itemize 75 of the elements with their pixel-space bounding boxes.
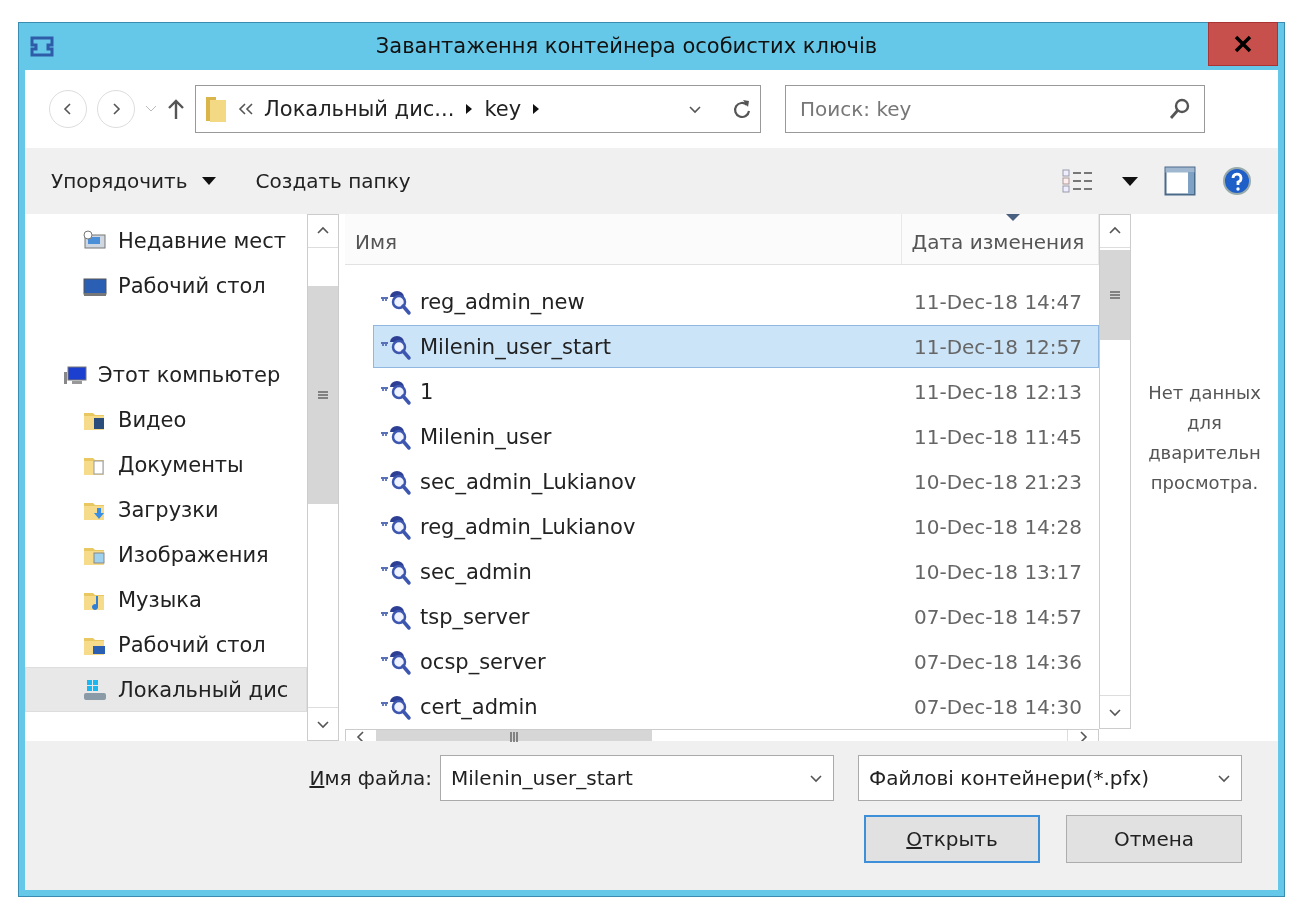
nav-item[interactable]: Локальный дис: [25, 667, 307, 712]
file-row[interactable]: reg_admin_Lukianov 10-Dec-18 14:28: [373, 505, 1099, 548]
file-name: sec_admin: [420, 559, 532, 584]
file-name: tsp_server: [420, 604, 530, 629]
file-date: 10-Dec-18 14:28: [914, 514, 1083, 539]
column-header[interactable]: Имя: [345, 214, 902, 264]
file-name-combo[interactable]: Milenin_user_start: [440, 755, 834, 801]
scrollbar[interactable]: [307, 214, 339, 741]
nav-item[interactable]: Рабочий стол: [25, 263, 307, 308]
file-name: Milenin_user: [420, 424, 552, 449]
nav-item[interactable]: Рабочий стол: [25, 622, 307, 667]
nav-item[interactable]: Видео: [25, 397, 307, 442]
nav-item[interactable]: Изображения: [25, 532, 307, 577]
file-row[interactable]: tsp_server 07-Dec-18 14:57: [373, 595, 1099, 638]
file-row[interactable]: Milenin_user_start 11-Dec-18 12:57: [373, 325, 1099, 368]
file-name: Milenin_user_start: [420, 334, 611, 359]
overflow-chevron-icon[interactable]: [238, 103, 254, 115]
refresh-icon[interactable]: [732, 98, 752, 120]
search-icon[interactable]: [1169, 98, 1191, 120]
scroll-thumb-grip-icon: [508, 731, 520, 743]
nav-item[interactable]: Загрузки: [25, 487, 307, 532]
file-row[interactable]: cert_admin 07-Dec-18 14:30: [373, 685, 1099, 728]
file-row[interactable]: ocsp_server 07-Dec-18 14:36: [373, 640, 1099, 683]
up-arrow-icon[interactable]: [167, 98, 185, 120]
file-name-label: Имя файла:: [309, 766, 432, 790]
preview-pane-icon[interactable]: [1164, 166, 1196, 196]
nav-item[interactable]: Этот компьютер: [25, 352, 307, 397]
file-name: sec_admin_Lukianov: [420, 469, 637, 494]
organize-menu[interactable]: Упорядочить: [51, 169, 216, 193]
file-date: 11-Dec-18 11:45: [914, 424, 1083, 449]
file-date: 07-Dec-18 14:36: [914, 649, 1083, 674]
file-date: 11-Dec-18 14:47: [914, 289, 1083, 314]
folder-icon: [204, 94, 228, 124]
nav-item[interactable]: Недавние мест: [25, 218, 307, 263]
file-date: 07-Dec-18 14:57: [914, 604, 1083, 629]
preview-message: Нет данных: [1148, 380, 1261, 405]
file-date: 10-Dec-18 13:17: [914, 559, 1083, 584]
address-bar[interactable]: Локальный дис... key: [195, 85, 761, 133]
file-type-combo[interactable]: Файлові контейнери(*.pfx): [858, 755, 1242, 801]
window-title: Завантаження контейнера особистих ключів: [374, 34, 879, 58]
file-row[interactable]: reg_admin_new 11-Dec-18 14:47: [373, 280, 1099, 323]
dialog-button[interactable]: Открыть: [864, 815, 1040, 863]
close-icon: [1233, 34, 1253, 54]
file-date: 11-Dec-18 12:13: [914, 379, 1083, 404]
file-date: 11-Dec-18 12:57: [914, 334, 1083, 359]
scroll-thumb-grip-icon: [317, 389, 329, 401]
nav-item[interactable]: Документы: [25, 442, 307, 487]
preview-message: для: [1187, 410, 1222, 435]
file-name: ocsp_server: [420, 649, 546, 674]
preview-message: дварительн: [1148, 440, 1261, 465]
help-icon[interactable]: [1222, 166, 1252, 196]
caret-icon[interactable]: [1122, 176, 1138, 186]
drive-icon: [82, 677, 108, 702]
sort-arrow-icon: [1005, 214, 1020, 222]
preview-message: просмотра.: [1150, 470, 1259, 495]
search-field[interactable]: Поиск: key: [785, 85, 1205, 133]
scroll-thumb-grip-icon: [1109, 289, 1121, 301]
file-date: 07-Dec-18 14:30: [914, 694, 1083, 719]
file-name: reg_admin_Lukianov: [420, 514, 636, 539]
file-row[interactable]: sec_admin_Lukianov 10-Dec-18 21:23: [373, 460, 1099, 503]
file-name: cert_admin: [420, 694, 538, 719]
file-row[interactable]: sec_admin 10-Dec-18 13:17: [373, 550, 1099, 593]
close-button[interactable]: [1208, 22, 1278, 66]
scrollbar[interactable]: [1099, 214, 1131, 729]
file-date: 10-Dec-18 21:23: [914, 469, 1083, 494]
caret-icon: [201, 177, 216, 185]
dialog-button[interactable]: Отмена: [1066, 815, 1242, 863]
file-name: 1: [420, 379, 434, 404]
breadcrumb[interactable]: Локальный дис...: [264, 97, 455, 121]
file-row[interactable]: 1 11-Dec-18 12:13: [373, 370, 1099, 413]
file-row[interactable]: Milenin_user 11-Dec-18 11:45: [373, 415, 1099, 458]
nav-item[interactable]: Музыка: [25, 577, 307, 622]
breadcrumb[interactable]: key: [484, 97, 522, 121]
file-name: reg_admin_new: [420, 289, 585, 314]
new-folder-button[interactable]: Создать папку: [255, 169, 411, 193]
